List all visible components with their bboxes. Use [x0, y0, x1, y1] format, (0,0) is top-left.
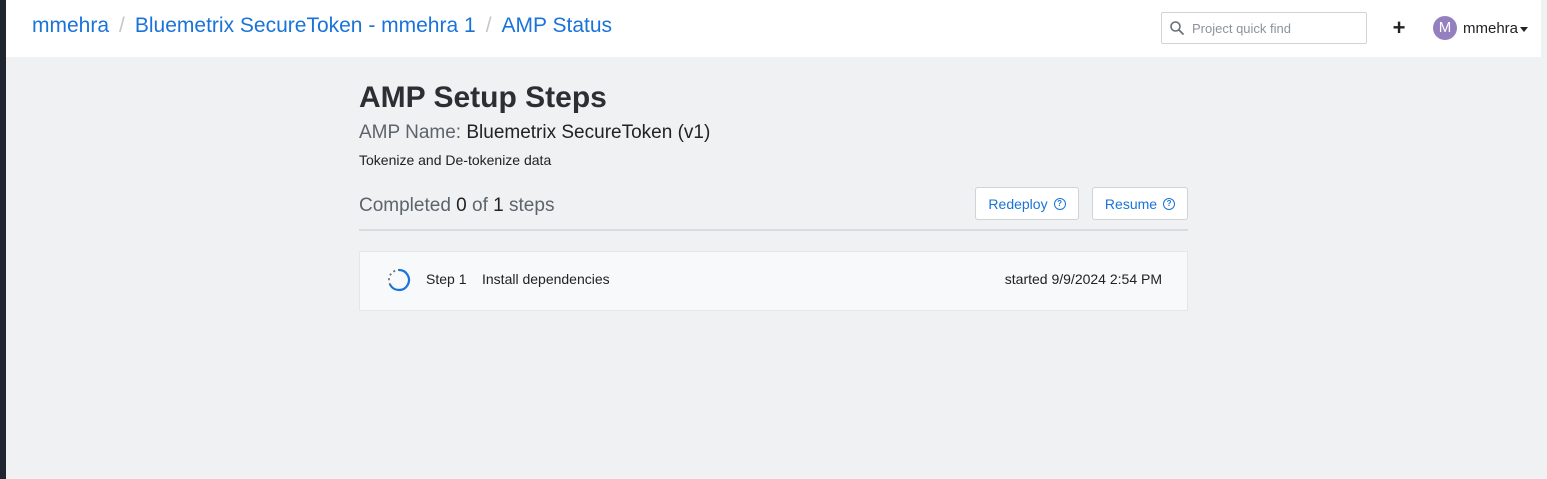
- help-circle-icon: ?: [1053, 197, 1066, 210]
- breadcrumb-current-page[interactable]: AMP Status: [502, 14, 613, 38]
- redeploy-label: Redeploy: [988, 195, 1048, 212]
- amp-name-label: AMP Name:: [359, 122, 462, 143]
- progress-total-count: 1: [493, 195, 504, 216]
- progress-summary: Completed 0 of 1 steps: [359, 195, 554, 217]
- avatar: M: [1433, 16, 1457, 40]
- step-row[interactable]: Step 1 Install dependencies started 9/9/…: [359, 251, 1188, 311]
- amp-description: Tokenize and De-tokenize data: [359, 152, 552, 168]
- user-menu[interactable]: M mmehra: [1433, 16, 1529, 40]
- resume-button[interactable]: Resume ?: [1092, 187, 1188, 220]
- progress-row: Completed 0 of 1 steps Redeploy ? Resume…: [359, 187, 1188, 231]
- resume-label: Resume: [1104, 195, 1158, 212]
- progress-suffix: steps: [509, 195, 555, 216]
- breadcrumb: mmehra / Bluemetrix SecureToken - mmehra…: [32, 14, 612, 38]
- progress-of: of: [472, 195, 488, 216]
- help-circle-icon: ?: [1163, 197, 1176, 210]
- breadcrumb-separator: /: [485, 14, 492, 37]
- loading-spinner-icon: [388, 268, 411, 292]
- left-edge-bar: [0, 0, 6, 479]
- breadcrumb-project[interactable]: Bluemetrix SecureToken - mmehra 1: [135, 14, 476, 38]
- project-quick-find[interactable]: [1161, 12, 1367, 44]
- breadcrumb-separator: /: [119, 14, 125, 37]
- add-button[interactable]: +: [1389, 14, 1409, 42]
- top-navigation-bar: mmehra / Bluemetrix SecureToken - mmehra…: [6, 0, 1541, 57]
- username: mmehra: [1463, 19, 1519, 37]
- caret-down-icon: [1520, 26, 1529, 32]
- step-status: started 9/9/2024 2:54 PM: [1004, 271, 1162, 287]
- amp-name-value: Bluemetrix SecureToken (v1): [466, 122, 711, 143]
- step-number: Step 1: [426, 271, 467, 287]
- progress-prefix: Completed: [359, 195, 451, 216]
- search-input[interactable]: [1192, 17, 1362, 39]
- amp-name: AMP Name: Bluemetrix SecureToken (v1): [359, 121, 1188, 145]
- progress-completed-count: 0: [456, 195, 467, 216]
- search-icon: [1170, 21, 1184, 35]
- amp-setup-content: AMP Setup Steps AMP Name: Bluemetrix Sec…: [359, 80, 1188, 311]
- redeploy-button[interactable]: Redeploy ?: [975, 187, 1079, 220]
- step-label: Install dependencies: [482, 271, 610, 287]
- breadcrumb-user[interactable]: mmehra: [32, 14, 109, 38]
- page-title: AMP Setup Steps: [359, 81, 607, 114]
